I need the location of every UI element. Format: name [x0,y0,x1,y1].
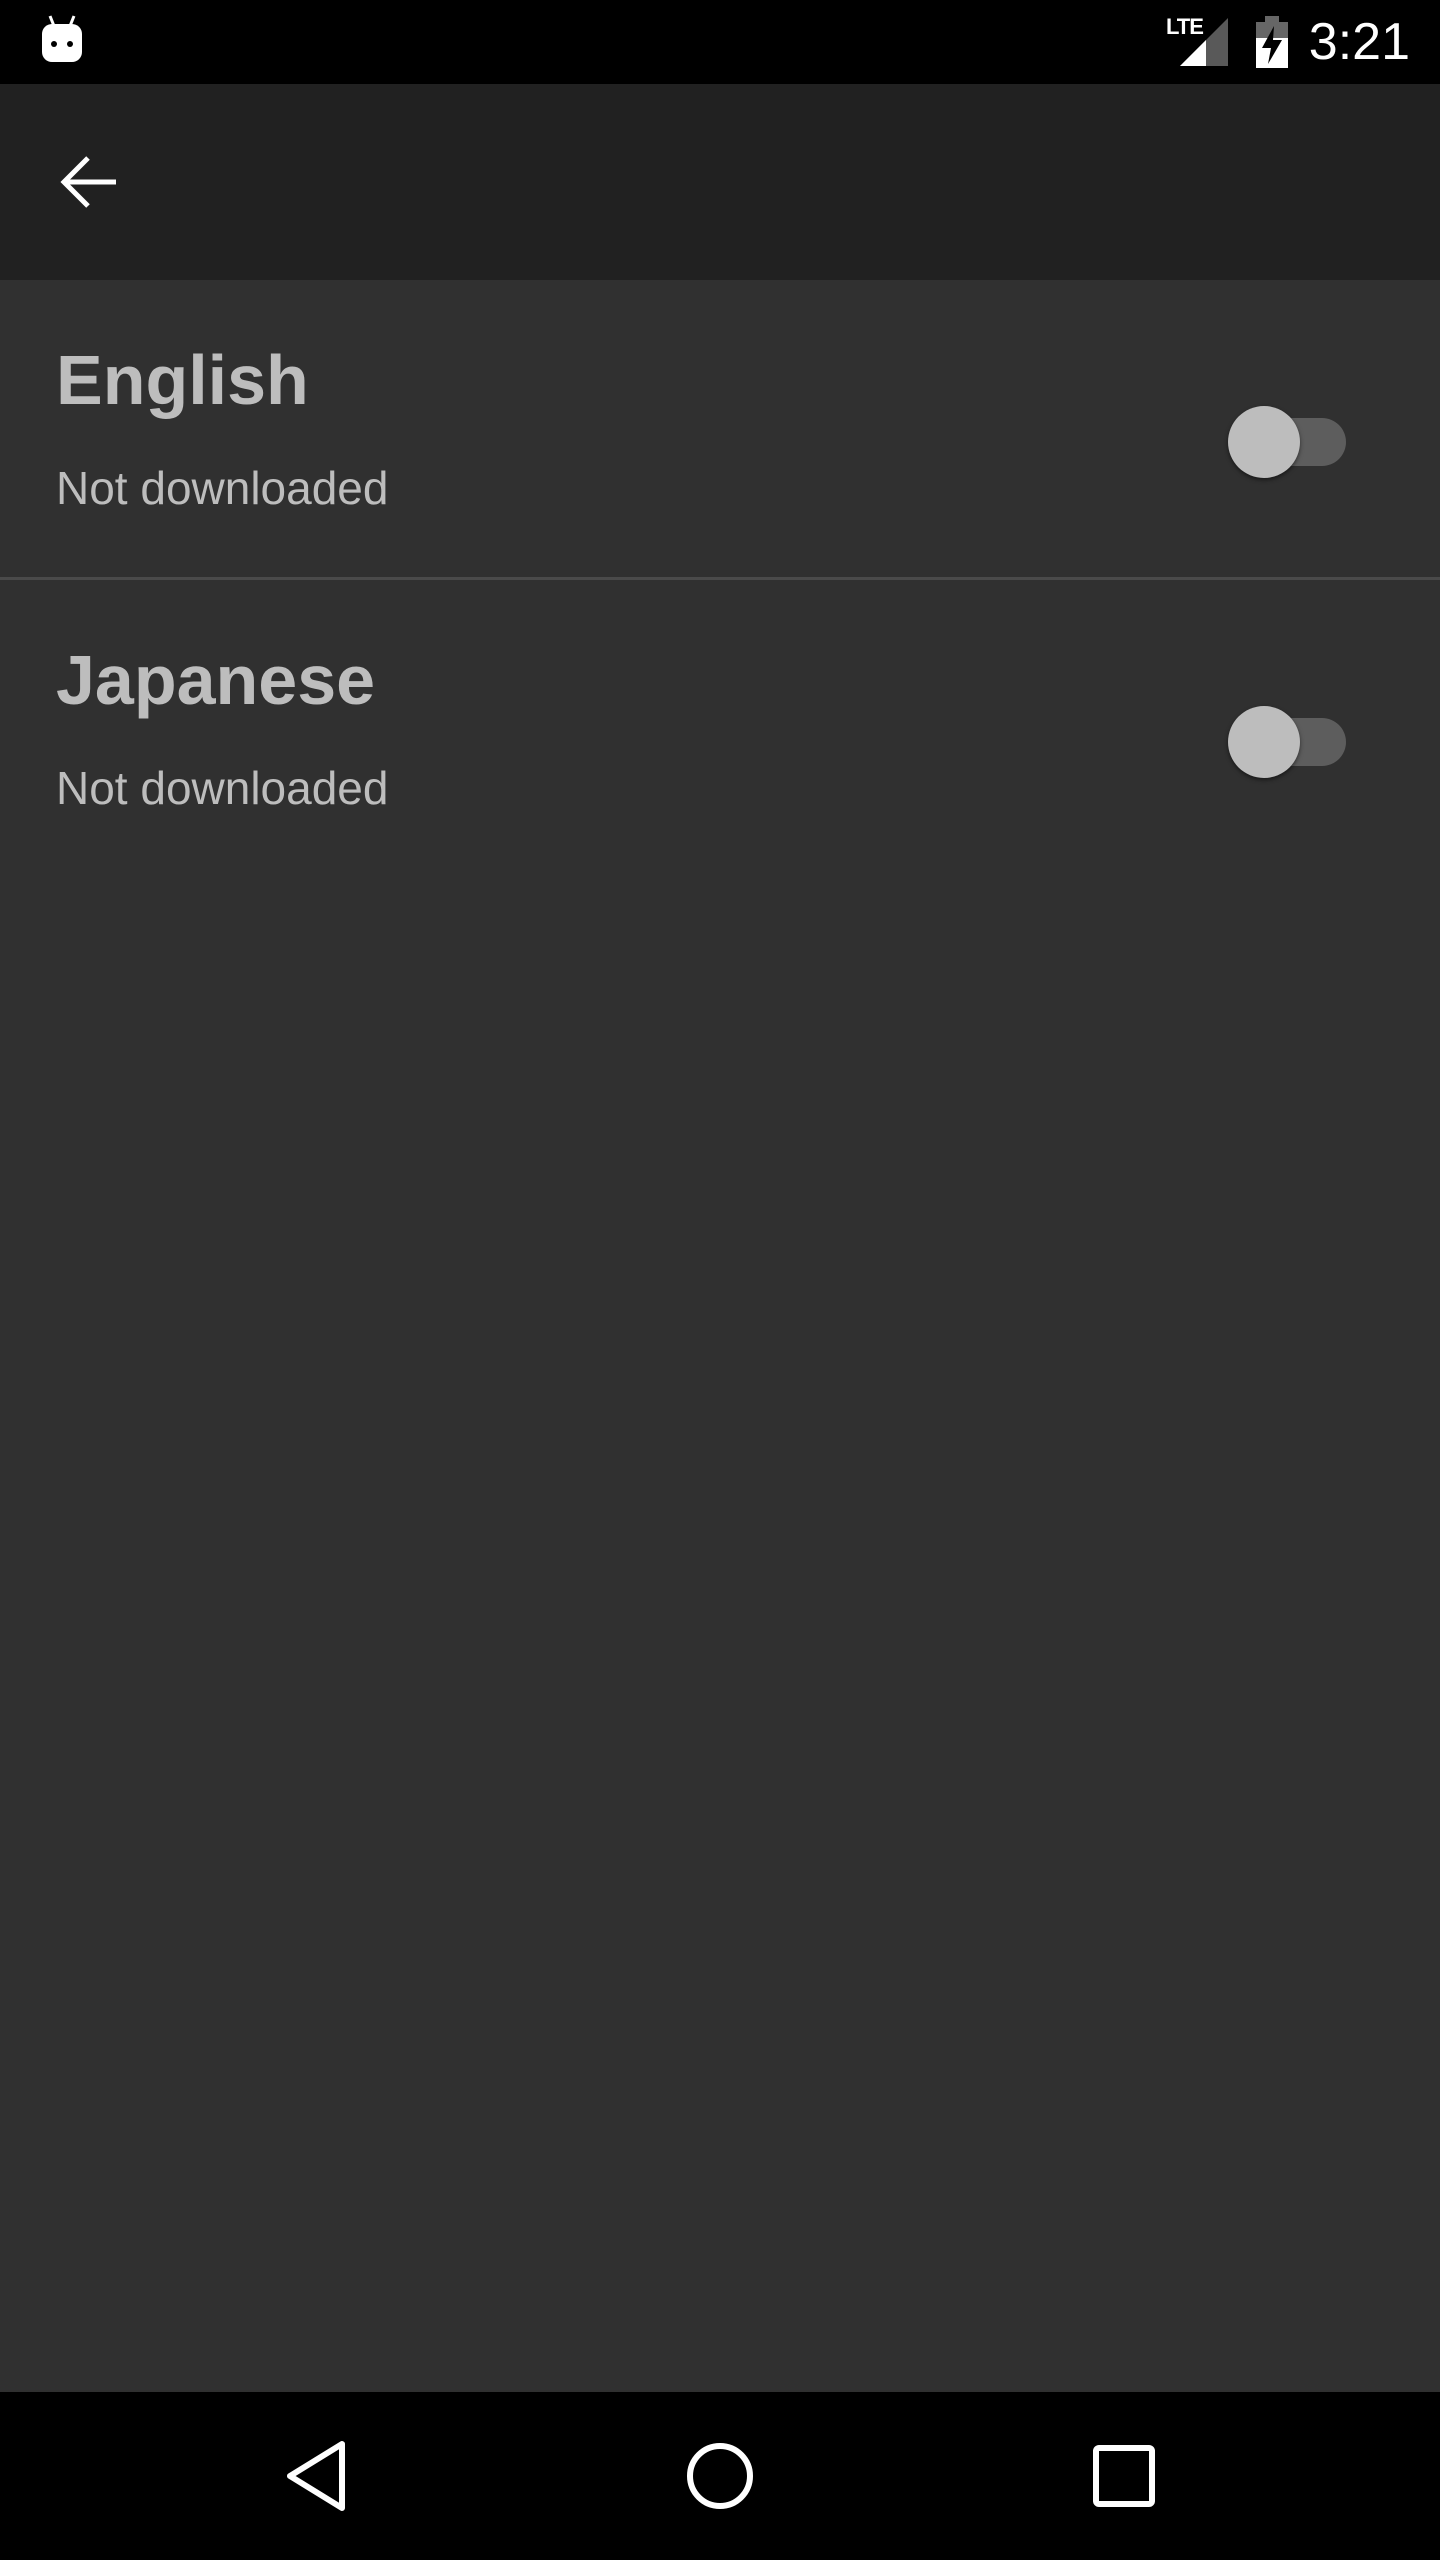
language-name: English [56,341,309,419]
nav-back-button[interactable] [266,2426,366,2526]
screen: LTE 3:21 English Not downloaded Japanese… [0,0,1440,2560]
list-item-japanese[interactable]: Japanese Not downloaded [0,580,1440,880]
android-notification-icon [42,15,82,62]
nav-back-icon [287,2441,345,2511]
nav-recents-icon [1093,2445,1155,2507]
language-status: Not downloaded [56,762,389,814]
nav-home-icon [687,2443,753,2509]
navigation-bar [0,2392,1440,2560]
download-toggle-english[interactable] [1228,396,1348,478]
status-clock: 3:21 [1308,13,1410,71]
status-bar: LTE 3:21 [0,0,1440,84]
battery-charging-icon [1256,16,1288,68]
language-list: English Not downloaded Japanese Not down… [0,280,1440,880]
nav-recents-button[interactable] [1074,2426,1174,2526]
list-item-english[interactable]: English Not downloaded [0,280,1440,580]
language-status: Not downloaded [56,462,389,514]
back-button[interactable] [40,132,140,232]
download-toggle-japanese[interactable] [1228,696,1348,778]
arrow-back-icon [60,156,116,208]
app-bar [0,84,1440,280]
switch-thumb [1228,406,1300,478]
lte-signal-icon [1180,18,1228,66]
nav-home-button[interactable] [670,2426,770,2526]
switch-thumb [1228,706,1300,778]
language-name: Japanese [56,641,376,719]
